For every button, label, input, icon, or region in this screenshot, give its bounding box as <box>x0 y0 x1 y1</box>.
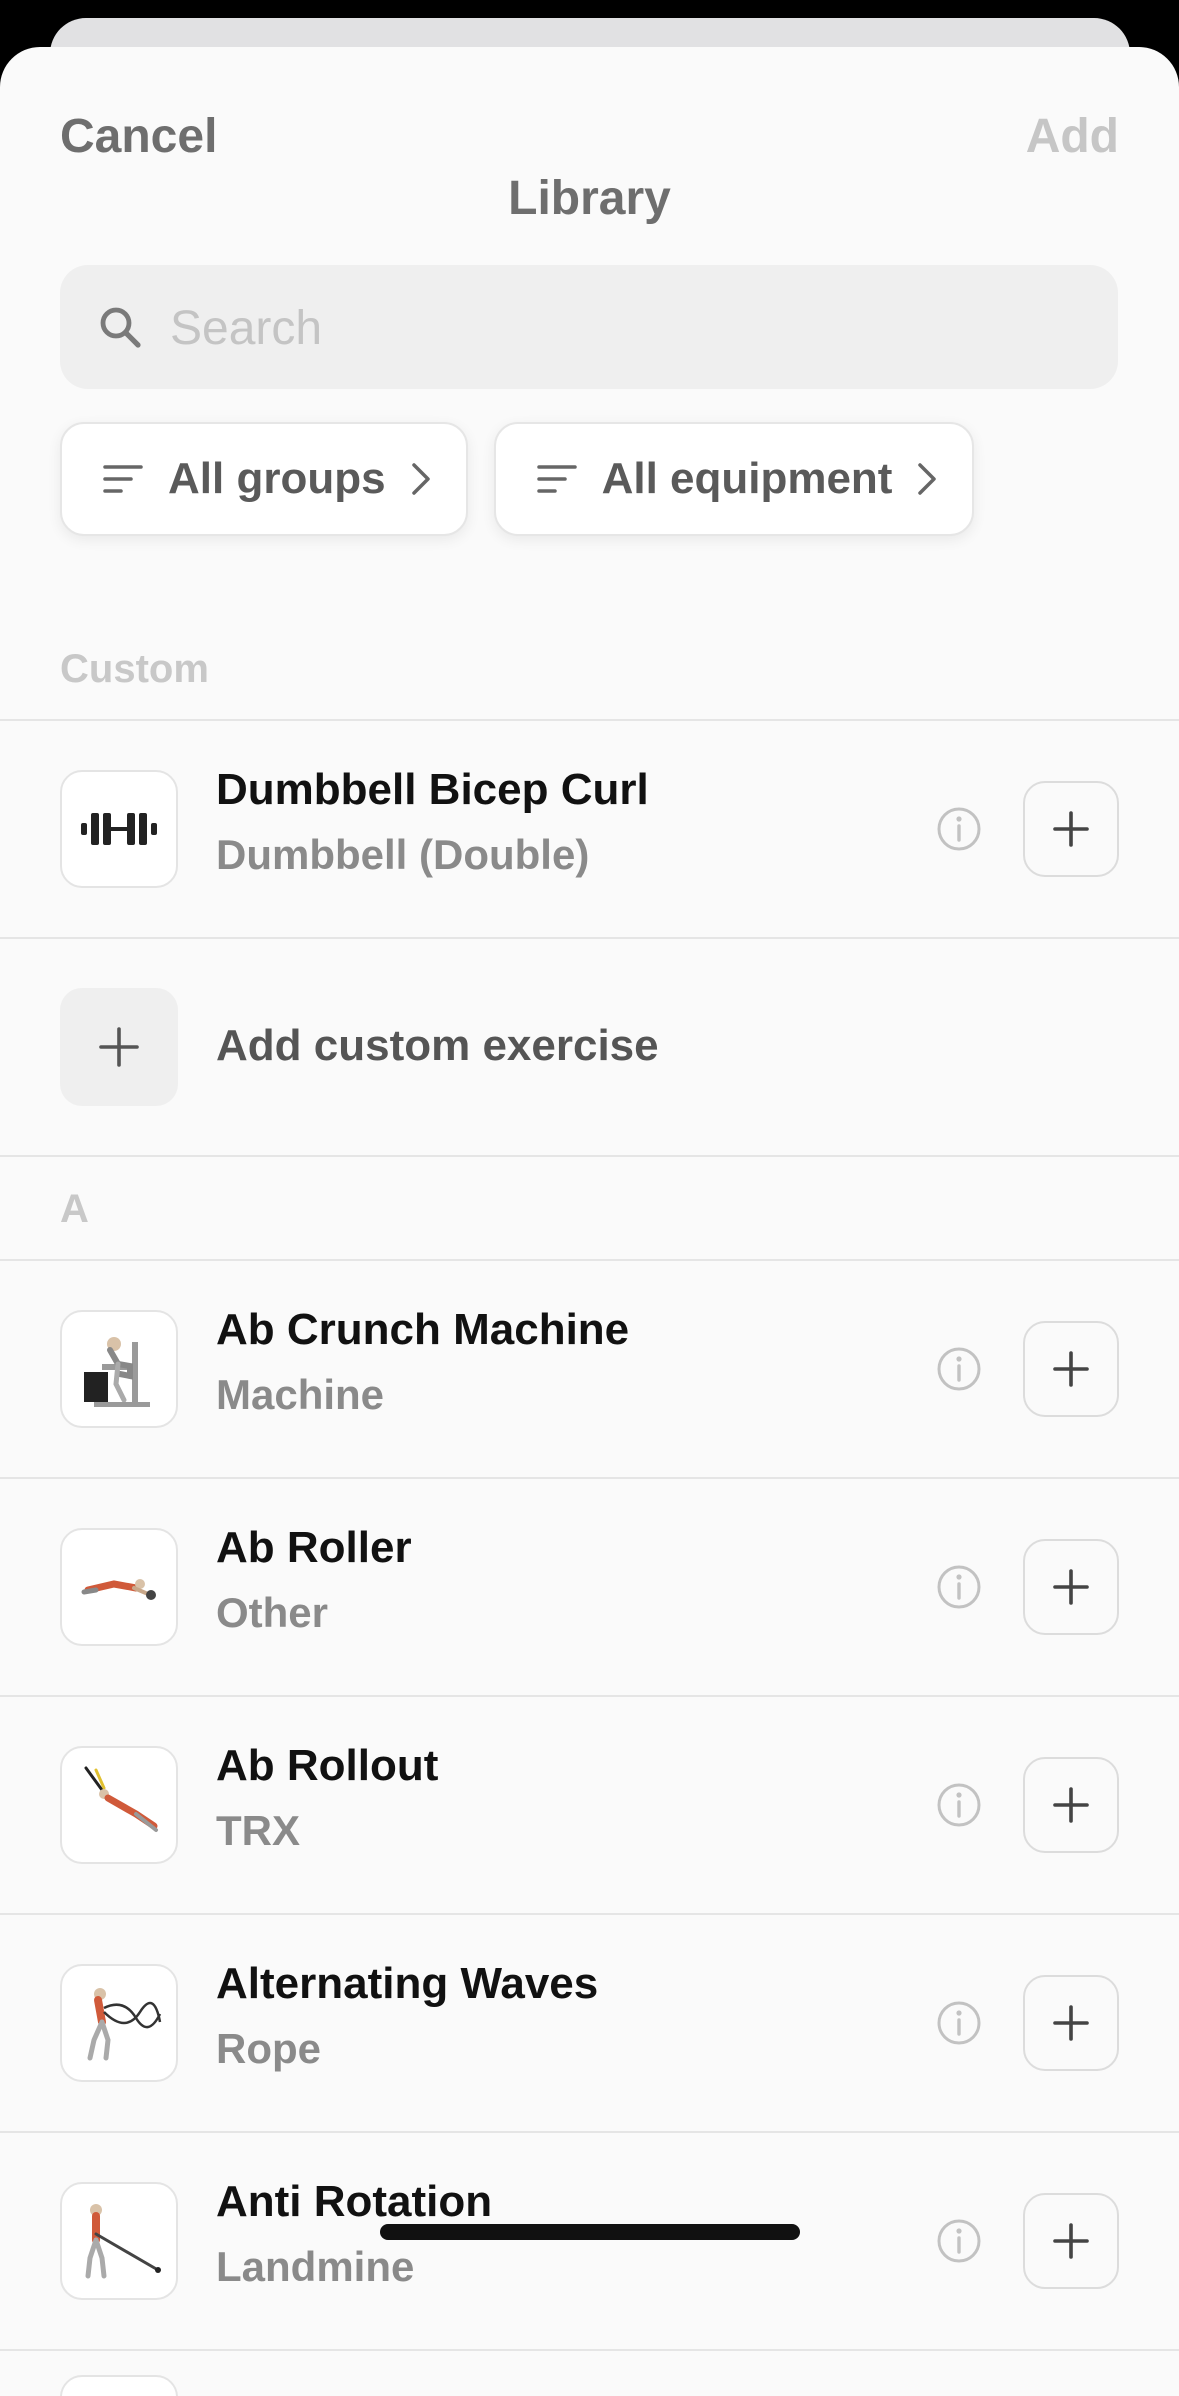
section-header-custom: Custom <box>60 647 209 691</box>
add-exercise-button[interactable] <box>1023 1539 1119 1635</box>
info-icon[interactable] <box>935 1781 983 1829</box>
add-exercise-button[interactable] <box>1023 781 1119 877</box>
chevron-right-icon <box>411 463 430 495</box>
exercise-thumbnail <box>60 1528 178 1646</box>
plus-icon <box>1053 2005 1089 2041</box>
info-icon[interactable] <box>935 1345 983 1393</box>
exercise-thumbnail <box>60 2375 178 2396</box>
info-icon[interactable] <box>935 1999 983 2047</box>
exercise-equipment: Rope <box>216 2025 321 2072</box>
info-icon[interactable] <box>935 2217 983 2265</box>
exercise-equipment: Dumbbell (Double) <box>216 831 590 878</box>
cancel-button[interactable]: Cancel <box>60 109 217 164</box>
exercise-thumbnail <box>60 1746 178 1864</box>
battle-rope-figure-icon <box>87 1988 162 2061</box>
filter-chip-groups[interactable]: All groups <box>60 422 468 536</box>
navigation-bar: Cancel Add Library <box>0 47 1179 247</box>
add-custom-thumbnail <box>60 988 178 1106</box>
exercise-thumbnail <box>60 1964 178 2082</box>
filter-chip-label: All groups <box>168 454 386 503</box>
divider <box>0 2349 1179 2351</box>
list-item[interactable]: Ab Crunch Machine Machine <box>0 1261 1179 1477</box>
plus-icon <box>1053 1351 1089 1387</box>
exercise-name: Alternating Waves <box>216 1959 599 2008</box>
home-indicator[interactable] <box>380 2224 800 2240</box>
filter-lines-icon <box>536 465 577 493</box>
add-custom-exercise-row[interactable]: Add custom exercise <box>0 939 1179 1155</box>
list-item[interactable]: Alternating Waves Rope <box>0 1915 1179 2131</box>
filter-chips: All groups All equipment <box>60 422 975 536</box>
add-exercise-button[interactable] <box>1023 2193 1119 2289</box>
list-item[interactable]: Ab Roller Other <box>0 1479 1179 1695</box>
plus-icon <box>1053 1569 1089 1605</box>
exercise-name: Ab Roller <box>216 1523 412 1572</box>
plus-icon <box>99 1027 139 1067</box>
page-title: Library <box>508 172 671 225</box>
add-exercise-button[interactable] <box>1023 1975 1119 2071</box>
exercise-thumbnail <box>60 1310 178 1428</box>
search-bar[interactable] <box>60 265 1118 391</box>
exercise-equipment: TRX <box>216 1807 300 1854</box>
filter-chip-equipment[interactable]: All equipment <box>493 422 975 536</box>
landmine-figure-icon <box>85 2204 161 2279</box>
exercise-equipment: Machine <box>216 1371 385 1418</box>
exercise-name: Ab Rollout <box>216 1741 439 1790</box>
add-button[interactable]: Add <box>1026 109 1119 164</box>
add-exercise-button[interactable] <box>1023 1757 1119 1853</box>
search-icon <box>100 307 141 348</box>
library-sheet: Cancel Add Library All groups <box>0 47 1179 2396</box>
exercise-thumbnail <box>60 770 178 888</box>
list-item[interactable]: Dumbbell Bicep Curl Dumbbell (Double) <box>0 721 1179 937</box>
chevron-right-icon <box>918 463 937 495</box>
plus-icon <box>1053 1787 1089 1823</box>
add-exercise-button[interactable] <box>1023 1321 1119 1417</box>
plus-icon <box>1053 811 1089 847</box>
exercise-name: Anti Rotation <box>216 2177 493 2226</box>
list-item[interactable]: Anti Rotation Landmine <box>0 2133 1179 2349</box>
ab-roller-figure-icon <box>81 1579 156 1600</box>
exercise-equipment: Landmine <box>216 2243 415 2290</box>
search-input[interactable] <box>168 265 1072 391</box>
filter-lines-icon <box>103 465 143 493</box>
list-item[interactable]: Ab Rollout TRX <box>0 1697 1179 1913</box>
add-custom-exercise-label: Add custom exercise <box>216 1021 659 1070</box>
machine-figure-icon <box>84 1337 150 1407</box>
exercise-equipment: Other <box>216 1589 329 1636</box>
exercise-name: Dumbbell Bicep Curl <box>216 765 649 814</box>
exercise-name: Ab Crunch Machine <box>216 1305 630 1354</box>
dumbbell-icon <box>81 813 157 845</box>
plus-icon <box>1053 2223 1089 2259</box>
exercise-thumbnail <box>60 2182 178 2300</box>
info-icon[interactable] <box>935 1563 983 1611</box>
section-header-a: A <box>60 1187 89 1231</box>
filter-chip-label: All equipment <box>601 454 893 503</box>
info-icon[interactable] <box>935 805 983 853</box>
divider <box>0 1155 1179 1157</box>
trx-figure-icon <box>84 1766 158 1832</box>
